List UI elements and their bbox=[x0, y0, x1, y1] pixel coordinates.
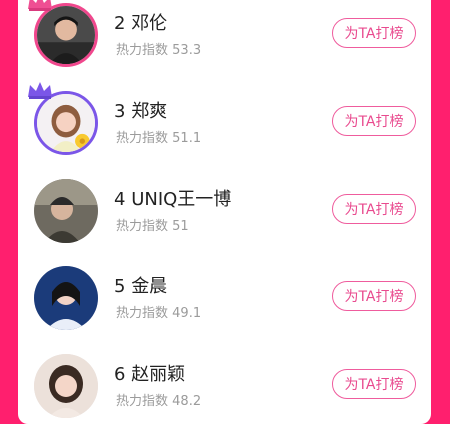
avatar-image bbox=[34, 354, 98, 418]
vote-button[interactable]: 为TA打榜 bbox=[332, 369, 416, 399]
avatar[interactable] bbox=[34, 354, 98, 418]
heat-index-value: 48.2 bbox=[172, 394, 202, 409]
avatar-container bbox=[34, 266, 98, 330]
avatar-image bbox=[34, 266, 98, 330]
avatar-container bbox=[28, 0, 98, 67]
heat-index-value: 49.1 bbox=[172, 306, 202, 321]
ranking-row-6[interactable]: 6 赵丽颖 热力指数 48.2 为TA打榜 bbox=[18, 345, 431, 424]
heat-index: 热力指数 51.1 bbox=[116, 127, 201, 146]
rank-number: 6 bbox=[114, 364, 126, 385]
avatar-container bbox=[28, 82, 98, 155]
celebrity-name-text: 邓伦 bbox=[131, 13, 168, 34]
celebrity-name-text: 金晨 bbox=[131, 276, 168, 297]
celebrity-name-text: UNIQ王一博 bbox=[131, 189, 232, 210]
avatar[interactable] bbox=[34, 266, 98, 330]
celebrity-name: 6 赵丽颖 bbox=[114, 360, 185, 386]
heat-index-label: 热力指数 bbox=[116, 131, 169, 146]
heat-index-label: 热力指数 bbox=[116, 306, 169, 321]
celebrity-name-text: 赵丽颖 bbox=[131, 364, 186, 385]
vote-button[interactable]: 为TA打榜 bbox=[332, 281, 416, 311]
ranking-row-5[interactable]: 5 金晨 热力指数 49.1 为TA打榜 bbox=[18, 257, 431, 343]
avatar[interactable] bbox=[34, 179, 98, 243]
celebrity-name: 2 邓伦 bbox=[114, 9, 167, 35]
rank-number: 3 bbox=[114, 101, 126, 122]
heat-index-label: 热力指数 bbox=[116, 394, 169, 409]
heat-index-value: 51 bbox=[172, 219, 189, 234]
rank-number: 5 bbox=[114, 276, 126, 297]
rank-number: 2 bbox=[114, 13, 126, 34]
vote-button[interactable]: 为TA打榜 bbox=[332, 18, 416, 48]
vote-button[interactable]: 为TA打榜 bbox=[332, 194, 416, 224]
celebrity-name: 3 郑爽 bbox=[114, 97, 167, 123]
heat-index: 热力指数 51 bbox=[116, 215, 189, 234]
heat-index: 热力指数 49.1 bbox=[116, 302, 201, 321]
avatar-container bbox=[34, 179, 98, 243]
heat-index-value: 53.3 bbox=[172, 43, 202, 58]
avatar-image bbox=[37, 94, 95, 152]
ranking-row-2[interactable]: 2 邓伦 热力指数 53.3 为TA打榜 bbox=[18, 0, 431, 80]
heat-index-label: 热力指数 bbox=[116, 43, 169, 58]
celebrity-name: 5 金晨 bbox=[114, 272, 167, 298]
heat-index-label: 热力指数 bbox=[116, 219, 169, 234]
heat-index: 热力指数 48.2 bbox=[116, 390, 201, 409]
heat-index: 热力指数 53.3 bbox=[116, 39, 201, 58]
avatar-image bbox=[37, 6, 95, 64]
celebrity-name: 4 UNIQ王一博 bbox=[114, 185, 231, 211]
ranking-row-3[interactable]: 3 郑爽 热力指数 51.1 为TA打榜 bbox=[18, 82, 431, 168]
vote-button[interactable]: 为TA打榜 bbox=[332, 106, 416, 136]
heat-index-value: 51.1 bbox=[172, 131, 202, 146]
avatar-container bbox=[34, 354, 98, 418]
rank-number: 4 bbox=[114, 189, 126, 210]
ranking-panel: 2 邓伦 热力指数 53.3 为TA打榜 3 郑爽 热力指数 51.1 为TA打… bbox=[18, 0, 431, 424]
avatar-image bbox=[34, 179, 98, 243]
crown-icon bbox=[26, 79, 54, 101]
crown-icon bbox=[26, 0, 54, 13]
celebrity-name-text: 郑爽 bbox=[131, 101, 168, 122]
ranking-row-4[interactable]: 4 UNIQ王一博 热力指数 51 为TA打榜 bbox=[18, 170, 431, 256]
